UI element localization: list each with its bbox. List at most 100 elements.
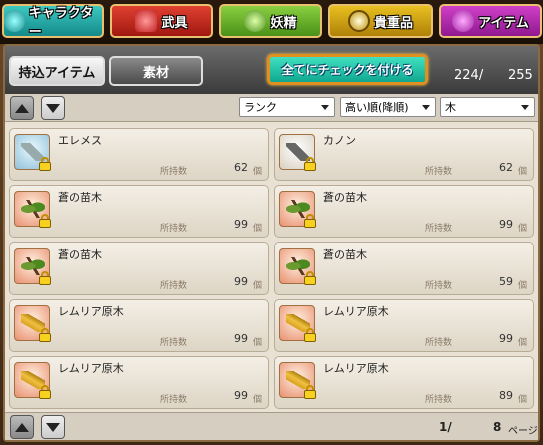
owned-label: 所持数	[425, 395, 453, 405]
item-name: レムリア原木	[58, 362, 124, 375]
tab-label: キャラクター	[28, 6, 94, 40]
item-quantity: 99	[234, 332, 248, 345]
owned-label: 所持数	[160, 338, 188, 348]
item-count-max: 255	[508, 68, 533, 83]
lock-icon	[304, 214, 316, 228]
page-total: 8	[493, 420, 502, 434]
item-card[interactable]: 蒼の苗木 所持数 59 個	[274, 242, 534, 295]
quantity-unit: 個	[517, 395, 527, 405]
quantity-unit: 個	[517, 281, 527, 291]
item-panel: 持込アイテム 素材 全てにチェックを付ける 224/ 255 ランク 高い順(降…	[3, 44, 540, 442]
top-tab-bar: キャラクター 武具 妖精 貴重品 アイテム	[0, 0, 543, 44]
inventory-screen: キャラクター 武具 妖精 貴重品 アイテム 持込アイテム 素材 全てにチェックを…	[0, 0, 543, 445]
item-name: カノン	[323, 134, 356, 147]
quantity-unit: 個	[252, 224, 262, 234]
item-quantity: 59	[499, 275, 513, 288]
item-quantity: 99	[234, 389, 248, 402]
quantity-unit: 個	[252, 338, 262, 348]
item-name: レムリア原木	[58, 305, 124, 318]
check-all-button[interactable]: 全てにチェックを付ける	[267, 54, 428, 85]
item-card[interactable]: 蒼の苗木 所持数 99 個	[9, 185, 269, 238]
item-card[interactable]: 蒼の苗木 所持数 99 個	[9, 242, 269, 295]
bottom-bar: 1/ 8 ページ	[5, 412, 538, 440]
item-card[interactable]: レムリア原木 所持数 99 個	[9, 299, 269, 352]
lock-icon	[304, 385, 316, 399]
item-name: 蒼の苗木	[323, 248, 367, 261]
filter-select[interactable]: 木	[440, 97, 535, 117]
sort-field-select[interactable]: ランク	[239, 97, 335, 117]
owned-label: 所持数	[160, 167, 188, 177]
item-name: エレメス	[58, 134, 102, 147]
item-name: レムリア原木	[323, 362, 389, 375]
item-card[interactable]: エレメス 所持数 62 個	[9, 128, 269, 181]
sort-order-select[interactable]: 高い順(降順)	[340, 97, 436, 117]
scroll-down-button[interactable]	[41, 96, 65, 120]
item-quantity: 99	[499, 332, 513, 345]
tab-weapon[interactable]: 武具	[110, 4, 213, 38]
item-quantity: 62	[234, 161, 248, 174]
item-name: 蒼の苗木	[323, 191, 367, 204]
sort-row: ランク 高い順(降順) 木	[5, 94, 538, 122]
item-quantity: 99	[234, 218, 248, 231]
page-current: 1/	[439, 420, 452, 434]
lock-icon	[304, 157, 316, 171]
item-quantity: 99	[499, 218, 513, 231]
lock-icon	[39, 385, 51, 399]
tab-item[interactable]: アイテム	[439, 4, 542, 38]
owned-label: 所持数	[425, 281, 453, 291]
carry-items-button[interactable]: 持込アイテム	[9, 56, 105, 86]
lock-icon	[39, 214, 51, 228]
chevron-down-icon	[521, 105, 529, 110]
lock-icon	[39, 157, 51, 171]
quantity-unit: 個	[517, 338, 527, 348]
tab-label: 武具	[161, 15, 188, 31]
filter-value: 木	[445, 101, 456, 114]
item-quantity: 89	[499, 389, 513, 402]
owned-label: 所持数	[160, 224, 188, 234]
item-name: レムリア原木	[323, 305, 389, 318]
item-icon	[452, 10, 475, 32]
quantity-unit: 個	[252, 281, 262, 291]
tab-label: 妖精	[270, 15, 297, 31]
lock-icon	[304, 271, 316, 285]
item-name: 蒼の苗木	[58, 248, 102, 261]
item-count-current: 224/	[454, 68, 484, 83]
down-arrow-icon	[46, 422, 60, 432]
owned-label: 所持数	[160, 281, 188, 291]
item-card[interactable]: カノン 所持数 62 個	[274, 128, 534, 181]
quantity-unit: 個	[252, 395, 262, 405]
lock-icon	[304, 328, 316, 342]
weapon-icon	[135, 10, 158, 32]
character-icon	[4, 10, 25, 32]
quantity-unit: 個	[252, 167, 262, 177]
owned-label: 所持数	[425, 224, 453, 234]
owned-label: 所持数	[160, 395, 188, 405]
chevron-down-icon	[321, 105, 329, 110]
up-arrow-icon	[15, 103, 29, 113]
item-quantity: 99	[234, 275, 248, 288]
tab-valuables[interactable]: 貴重品	[328, 4, 433, 38]
page-up-button[interactable]	[10, 415, 34, 439]
item-card[interactable]: レムリア原木 所持数 99 個	[274, 299, 534, 352]
item-card[interactable]: 蒼の苗木 所持数 99 個	[274, 185, 534, 238]
scroll-up-button[interactable]	[10, 96, 34, 120]
item-card[interactable]: レムリア原木 所持数 99 個	[9, 356, 269, 409]
page-down-button[interactable]	[41, 415, 65, 439]
quantity-unit: 個	[517, 224, 527, 234]
tab-fairy[interactable]: 妖精	[219, 4, 322, 38]
lock-icon	[39, 328, 51, 342]
chevron-down-icon	[422, 105, 430, 110]
item-card[interactable]: レムリア原木 所持数 89 個	[274, 356, 534, 409]
fairy-icon	[244, 10, 267, 32]
valuables-icon	[347, 10, 370, 32]
item-name: 蒼の苗木	[58, 191, 102, 204]
tab-character[interactable]: キャラクター	[2, 4, 104, 40]
lock-icon	[39, 271, 51, 285]
quantity-unit: 個	[517, 167, 527, 177]
material-button[interactable]: 素材	[109, 56, 203, 86]
tab-label: アイテム	[478, 15, 529, 31]
sort-field-value: ランク	[244, 101, 277, 114]
owned-label: 所持数	[425, 338, 453, 348]
down-arrow-icon	[46, 103, 60, 113]
up-arrow-icon	[15, 422, 29, 432]
